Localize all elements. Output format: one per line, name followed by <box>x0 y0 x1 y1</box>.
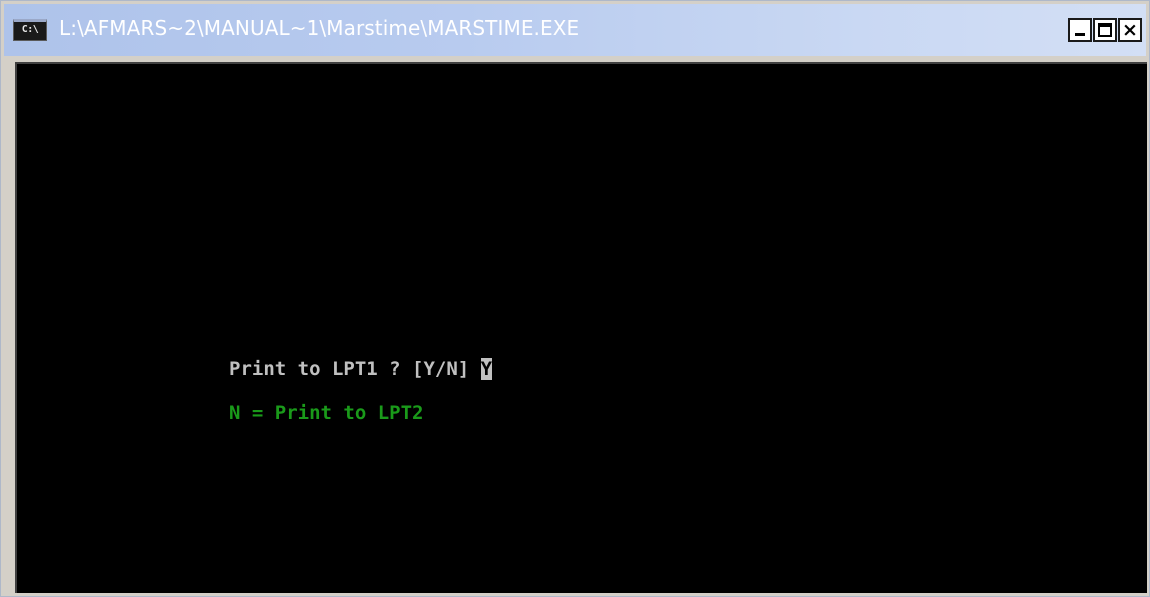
prompt-text: Print to LPT1 ? [Y/N] <box>229 358 481 380</box>
console-output[interactable]: Print to LPT1 ? [Y/N] Y N = Print to LPT… <box>15 62 1147 593</box>
minimize-button[interactable] <box>1068 18 1092 42</box>
input-cursor[interactable]: Y <box>480 358 493 380</box>
window-title: L:\AFMARS~2\MANUAL~1\Marstime\MARSTIME.E… <box>59 16 580 40</box>
title-bar[interactable]: C:\ L:\AFMARS~2\MANUAL~1\Marstime\MARSTI… <box>4 4 1146 56</box>
lpt2-hint: N = Print to LPT2 <box>229 402 424 424</box>
console-window: C:\ L:\AFMARS~2\MANUAL~1\Marstime\MARSTI… <box>0 0 1150 597</box>
close-button[interactable]: × <box>1118 18 1142 42</box>
maximize-icon <box>1098 23 1112 37</box>
print-prompt: Print to LPT1 ? [Y/N] Y <box>229 358 493 380</box>
maximize-button[interactable] <box>1093 18 1117 42</box>
minimize-icon <box>1075 33 1085 36</box>
console-icon[interactable]: C:\ <box>13 19 47 41</box>
close-icon: × <box>1122 19 1138 41</box>
